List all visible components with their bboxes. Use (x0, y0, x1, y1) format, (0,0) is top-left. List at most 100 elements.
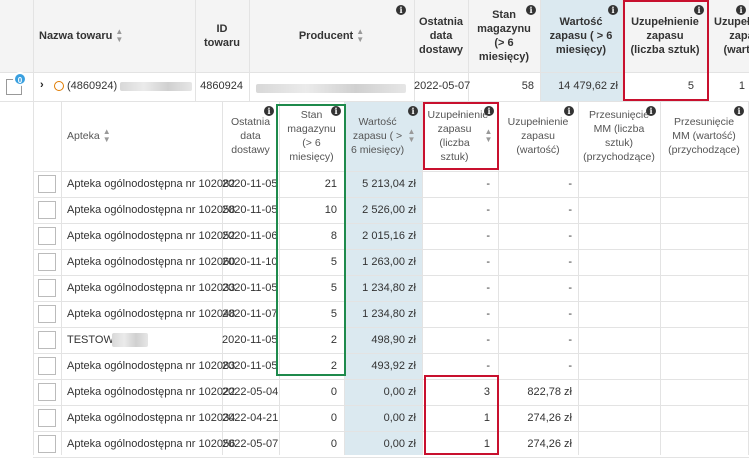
stock-value: 0 (330, 412, 337, 424)
last-delivery-date: 2020-11-10 (222, 256, 278, 268)
replenish-worth: 274,26 zł (527, 438, 572, 450)
replenish-worth: - (568, 282, 572, 294)
replenish-qty: - (486, 256, 490, 268)
pharmacy-name[interactable]: Apteka ogólnodostępna nr 102060 (67, 249, 235, 275)
col-header-last-delivery[interactable]: Ostatnia data dostawy (414, 0, 468, 72)
stock-worth: 0,00 zł (383, 386, 416, 398)
product-last-delivery: 2022-05-07 (414, 80, 471, 92)
stock-value: 0 (330, 386, 337, 398)
sub-col-header-last-delivery[interactable]: Ostatnia data dostawy i (222, 101, 279, 171)
row-checkbox[interactable] (38, 383, 56, 401)
pharmacy-name[interactable]: Apteka ogólnodostępna nr 102083 (67, 353, 235, 379)
last-delivery-date: 2020-11-05 (222, 334, 278, 346)
selection-badge: 0 (13, 72, 27, 86)
row-checkbox[interactable] (38, 201, 56, 219)
pharmacy-name[interactable]: Apteka ogólnodostępna nr 102056 (67, 431, 235, 457)
replenish-qty: - (486, 230, 490, 242)
sort-icon[interactable]: ▲ ▼ (103, 128, 111, 144)
redacted-text (112, 333, 148, 347)
info-icon[interactable]: i (608, 5, 618, 15)
replenish-worth: 274,26 zł (527, 412, 572, 424)
sub-col-header-value[interactable]: Wartość zapasu ( > 6 miesięcy) ▲ ▼ i (344, 101, 422, 171)
row-checkbox[interactable] (38, 279, 56, 297)
col-header-name[interactable]: Nazwa towaru ▲ ▼ (33, 0, 195, 72)
pharmacy-name[interactable]: Apteka ogólnodostępna nr 102052 (67, 223, 235, 249)
info-icon[interactable]: i (526, 5, 536, 15)
sort-icon[interactable]: ▲ ▼ (408, 128, 416, 144)
highlight-box-replenish-values (424, 375, 499, 455)
stock-worth: 1 263,00 zł (362, 256, 416, 268)
sub-col-header-replenish-value[interactable]: Uzupełnienie zapasu (wartość) i (498, 101, 578, 171)
stock-worth: 0,00 zł (383, 412, 416, 424)
col-header-producer[interactable]: Producent ▲ ▼ i (249, 0, 414, 72)
row-checkbox[interactable] (38, 227, 56, 245)
sub-col-header-mm-in-value[interactable]: Przesunięcie MM (wartość) (przychodzące)… (660, 101, 748, 171)
row-checkbox[interactable] (38, 253, 56, 271)
replenish-worth: 822,78 zł (527, 386, 572, 398)
last-delivery-date: 2020-11-05 (222, 360, 278, 372)
replenish-qty: - (486, 204, 490, 216)
stock-value: 0 (330, 438, 337, 450)
replenish-worth: - (568, 334, 572, 346)
product-name[interactable]: (4860924) (67, 73, 193, 99)
replenish-worth: - (568, 178, 572, 190)
info-icon[interactable]: i (564, 106, 574, 116)
product-stock: 58 (521, 80, 534, 92)
chevron-right-icon[interactable]: › (40, 79, 44, 91)
last-delivery-date: 2020-11-05 (222, 204, 278, 216)
row-checkbox[interactable] (38, 357, 56, 375)
stock-worth: 2 526,00 zł (362, 204, 416, 216)
col-header-replenish-value[interactable]: Uzupełnienie zapasu (wartość) i (708, 0, 749, 72)
row-checkbox[interactable] (38, 409, 56, 427)
pharmacy-name[interactable]: Apteka ogólnodostępna nr 102048 (67, 301, 235, 327)
replenish-qty: - (486, 282, 490, 294)
pharmacy-name[interactable]: Apteka ogólnodostępna nr 102033 (67, 275, 235, 301)
last-delivery-date: 2020-11-06 (222, 230, 278, 242)
pharmacy-name[interactable]: Apteka ogólnodostępna nr 102034 (67, 405, 235, 431)
sub-col-header-mm-in-qty[interactable]: Przesunięcie MM (liczba sztuk) (przychod… (578, 101, 660, 171)
highlight-box-stock-column (276, 104, 346, 376)
row-checkbox[interactable] (38, 175, 56, 193)
info-icon[interactable]: i (408, 106, 418, 116)
replenish-worth: - (568, 308, 572, 320)
row-checkbox[interactable] (38, 331, 56, 349)
pharmacy-name[interactable]: Apteka ogólnodostępna nr 102022 (67, 379, 235, 405)
stock-worth: 1 234,80 zł (362, 308, 416, 320)
col-header-value[interactable]: Wartość zapasu ( > 6 miesięcy) i (540, 0, 622, 72)
last-delivery-date: 2020-11-07 (222, 308, 278, 320)
sort-icon[interactable]: ▲ ▼ (356, 28, 364, 44)
row-checkbox[interactable] (38, 305, 56, 323)
product-replenish-value: 1 (738, 80, 745, 92)
last-delivery-date: 2022-05-07 (222, 438, 279, 450)
pharmacy-name[interactable]: Apteka ogólnodostępna nr 102082 (67, 171, 235, 197)
redacted-text (120, 81, 193, 91)
pharmacy-name[interactable]: Apteka ogólnodostępna nr 102058 (67, 197, 235, 223)
info-icon[interactable]: i (734, 106, 744, 116)
last-delivery-date: 2020-11-05 (222, 282, 278, 294)
producer-redacted (256, 82, 406, 94)
last-delivery-date: 2020-11-05 (222, 178, 278, 190)
info-icon[interactable]: i (264, 106, 274, 116)
row-checkbox[interactable] (38, 435, 56, 453)
info-icon[interactable]: i (736, 5, 746, 15)
col-header-stock[interactable]: Stan magazynu (> 6 miesięcy) i (468, 0, 540, 72)
highlight-box-replenish-header (623, 0, 709, 101)
stock-worth: 498,90 zł (371, 334, 416, 346)
stock-worth: 0,00 zł (383, 438, 416, 450)
stock-worth: 5 213,04 zł (362, 178, 416, 190)
replenish-worth: - (568, 204, 572, 216)
replenish-qty: - (486, 308, 490, 320)
sort-icon[interactable]: ▲ ▼ (115, 28, 123, 44)
last-delivery-date: 2022-05-04 (222, 386, 279, 398)
info-icon[interactable]: i (646, 106, 656, 116)
product-id: 4860924 (200, 80, 243, 92)
last-delivery-date: 2022-04-21 (222, 412, 279, 424)
sub-col-header-pharmacy[interactable]: Apteka ▲ ▼ (61, 101, 222, 171)
info-icon[interactable]: i (396, 5, 406, 15)
stock-worth: 493,92 zł (371, 360, 416, 372)
replenish-qty: - (486, 334, 490, 346)
highlight-box-replenish-subheader (423, 102, 499, 170)
col-header-id[interactable]: ID towaru (195, 0, 249, 72)
replenish-worth: - (568, 230, 572, 242)
product-value: 14 479,62 zł (558, 80, 618, 92)
